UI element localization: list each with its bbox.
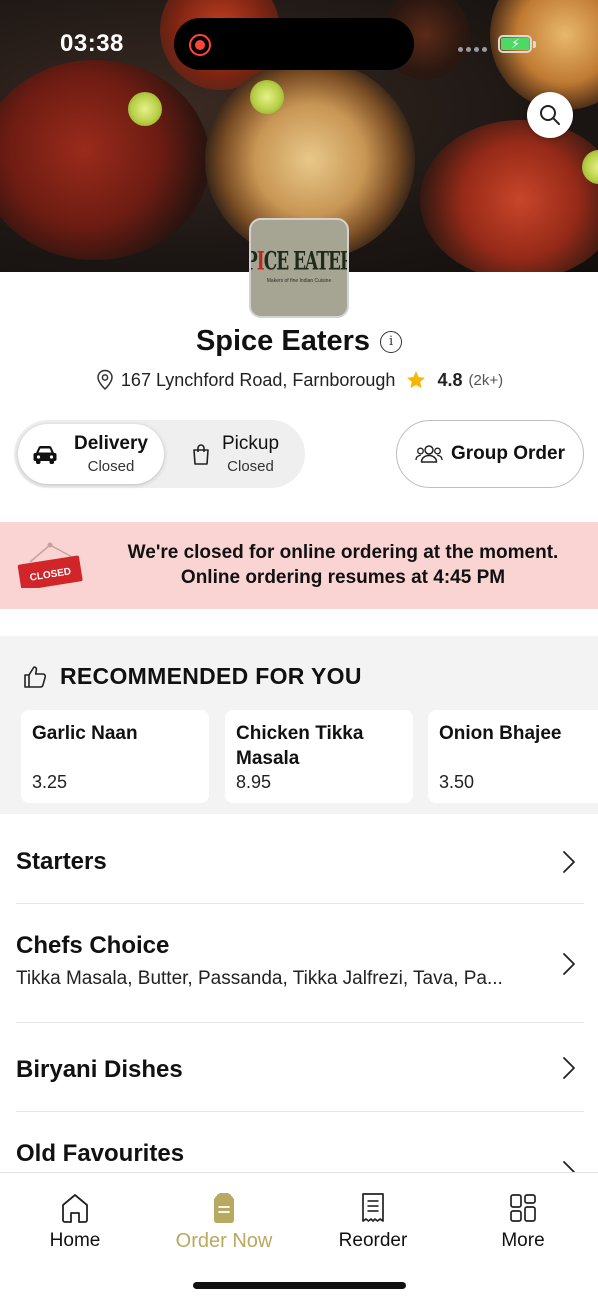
home-indicator [193,1282,406,1289]
category-row-chefs-choice[interactable]: Chefs Choice Tikka Masala, Butter, Passa… [16,932,584,1002]
screen-recording-icon [189,34,211,56]
recommended-item-price: 8.95 [236,772,272,792]
delivery-label: Delivery [74,433,148,454]
recommended-item-name: Onion Bhajee [439,723,562,744]
divider [16,1022,584,1023]
category-row-biryani-dishes[interactable]: Biryani Dishes [16,1056,584,1096]
status-bar-time: 03:38 [60,30,124,57]
recommended-item-name: Chicken Tikka Masala [236,723,364,769]
logo-subtitle: Makers of fine Indian Cuisine [266,278,332,284]
recommended-item-card[interactable]: Onion Bhajee 3.50 [428,710,598,803]
pickup-label: Pickup [222,433,280,454]
chevron-right-icon [563,851,575,873]
cellular-signal-icon [458,47,487,52]
tab-more[interactable]: More [448,1192,598,1252]
pickup-status: Closed [227,458,274,475]
rating-value: 4.8 [437,369,463,390]
grid-icon [510,1194,536,1222]
shopping-bag-icon [193,444,209,465]
delivery-status: Closed [87,458,135,475]
search-button[interactable] [527,92,573,138]
receipt-icon [362,1193,384,1222]
recommended-item-name: Garlic Naan [32,723,138,744]
search-icon [540,105,560,125]
info-icon[interactable]: i [380,330,403,353]
recommended-item-card[interactable]: Garlic Naan 3.25 [21,710,209,803]
tab-home[interactable]: Home [0,1192,150,1252]
pickup-option[interactable]: Pickup Closed [184,424,304,484]
category-description: Tikka Masala, Butter, Passanda, Tikka Ja… [16,968,503,989]
lime-slice-image [128,92,162,126]
restaurant-header: Spice Eaters i [0,325,598,358]
restaurant-name: Spice Eaters [195,325,371,357]
divider [16,903,584,904]
order-bag-icon [214,1193,234,1223]
tab-reorder[interactable]: Reorder [298,1192,448,1252]
restaurant-address: 167 Lynchford Road, Farnborough [120,369,396,390]
closed-message-line-2: Online ordering resumes at 4:45 PM [180,567,506,588]
category-title: Chefs Choice [16,932,170,959]
chevron-right-icon [563,953,575,975]
category-title: Starters [16,848,107,875]
group-people-icon [415,445,443,463]
recommended-header: RECOMMENDED FOR YOU [22,663,362,690]
logo-wordmark: SPICE EATERS [251,247,347,277]
category-row-old-favourites[interactable]: Old Favourites [16,1140,584,1172]
thumbs-up-icon [24,665,47,688]
closed-sign-icon: CLOSED [17,542,83,588]
car-icon [33,446,57,464]
recommended-item-price: 3.50 [439,772,475,792]
divider [16,1111,584,1112]
location-pin-icon [97,369,113,391]
home-icon [62,1194,88,1223]
closed-message: We're closed for online ordering at the … [110,540,576,590]
rating-count: (2k+) [468,371,504,389]
category-row-starters[interactable]: Starters [16,848,584,888]
recommended-title: RECOMMENDED FOR YOU [60,663,362,689]
chevron-right-icon [563,1161,575,1172]
restaurant-logo: SPICE EATERS Makers of fine Indian Cuisi… [249,218,349,318]
chevron-right-icon [563,1057,575,1079]
tab-order-now[interactable]: Order Now [149,1192,299,1253]
tab-label: Order Now [175,1230,273,1252]
order-mode-toggle: Delivery Closed Pickup Closed [14,420,305,488]
tab-label: More [501,1230,545,1251]
battery-cap [533,41,536,48]
delivery-option[interactable]: Delivery Closed [18,424,164,484]
lime-slice-image [250,80,284,114]
tab-label: Home [49,1230,101,1251]
curry-image [420,120,598,272]
category-title: Old Favourites [16,1140,185,1167]
group-order-label: Group Order [450,443,565,464]
recommended-item-card[interactable]: Chicken Tikka Masala 8.95 [225,710,413,803]
tandoori-chicken-image [0,60,210,260]
star-icon [407,371,426,389]
battery-icon: ⚡ [498,35,532,53]
address-row: 167 Lynchford Road, Farnborough 4.8 (2k+… [0,369,598,391]
tab-label: Reorder [338,1230,408,1251]
group-order-button[interactable]: Group Order [396,420,584,488]
recommended-item-price: 3.25 [32,772,68,792]
closed-message-line-1: We're closed for online ordering at the … [127,542,559,563]
category-title: Biryani Dishes [16,1056,183,1083]
